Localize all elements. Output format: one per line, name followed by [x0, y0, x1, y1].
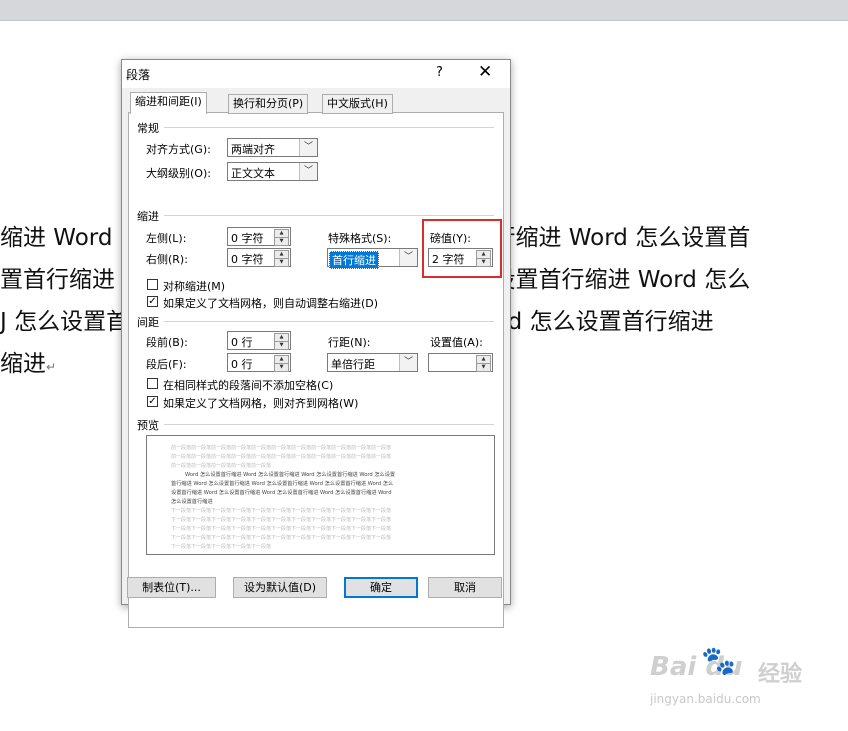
- special-format-select[interactable]: 首行缩进 ﹀: [327, 248, 418, 269]
- preview-next-line: 下一段落下一段落下一段落下一段落下一段落下一段落下一段落下一段落下一段落下一段落…: [171, 526, 392, 532]
- preview-sample-line: 怎么设置首行缩进: [171, 499, 213, 505]
- space-before-spinner[interactable]: 0 行 ▲ ▼: [227, 331, 291, 350]
- tabs-button[interactable]: 制表位(T)...: [127, 577, 216, 598]
- indent-heading: 缩进: [137, 210, 159, 223]
- paragraph-mark-icon: ↵: [46, 360, 57, 374]
- spin-down-icon[interactable]: ▼: [274, 258, 289, 267]
- no-space-label: 在相同样式的段落间不添加空格(C): [163, 379, 334, 392]
- auto-adjust-label: 如果定义了文档网格，则自动调整右缩进(D): [163, 297, 379, 310]
- special-format-value: 首行缩进: [329, 251, 379, 269]
- right-indent-value: 0 字符: [231, 253, 264, 266]
- preview-prev-line: 前一段落前一段落前一段落前一段落前一段落前一段落前一段落前一段落前一段落前一段落…: [171, 454, 392, 460]
- left-indent-label: 左侧(L):: [146, 232, 187, 245]
- help-button[interactable]: ?: [436, 65, 443, 80]
- mirror-indent-label: 对称缩进(M): [163, 280, 226, 293]
- spin-down-icon[interactable]: ▼: [274, 237, 289, 246]
- close-icon[interactable]: ✕: [478, 62, 492, 82]
- outline-level-select[interactable]: 正文文本 ﹀: [227, 162, 318, 181]
- dialog-titlebar[interactable]: 段落 ? ✕: [122, 60, 510, 88]
- tab-asian-typography[interactable]: 中文版式(H): [322, 94, 393, 114]
- no-space-checkbox[interactable]: [147, 378, 158, 389]
- general-separator: [164, 127, 494, 128]
- preview-heading: 预览: [137, 419, 159, 432]
- alignment-label: 对齐方式(G):: [146, 143, 211, 156]
- space-after-spinner[interactable]: 0 行 ▲ ▼: [227, 353, 291, 372]
- chevron-down-icon[interactable]: ﹀: [399, 354, 417, 371]
- preview-sample-line: Word 怎么设置首行缩进 Word 怎么设置首行缩进 Word 怎么设置首行缩…: [185, 472, 396, 478]
- preview-prev-line: 前一段落前一段落前一段落前一段落前一段落: [171, 463, 272, 469]
- spin-down-icon[interactable]: ▼: [476, 363, 491, 372]
- space-before-label: 段前(B):: [146, 336, 188, 349]
- auto-adjust-checkbox[interactable]: ✓: [147, 296, 158, 307]
- highlight-box: [422, 219, 502, 278]
- ok-button[interactable]: 确定: [344, 577, 418, 598]
- spacing-at-label: 设置值(A):: [430, 336, 483, 349]
- spin-down-icon[interactable]: ▼: [274, 363, 289, 372]
- left-indent-value: 0 字符: [231, 232, 264, 245]
- chevron-down-icon[interactable]: ﹀: [299, 139, 317, 156]
- paw-icon: 🐾: [701, 644, 736, 677]
- doc-line-4: 缩进↵: [0, 351, 57, 377]
- special-format-label: 特殊格式(S):: [328, 232, 392, 245]
- alignment-value: 两端对齐: [231, 143, 275, 156]
- tab-line-page-breaks[interactable]: 换行和分页(P): [228, 94, 309, 114]
- watermark-site: 经验: [758, 662, 803, 687]
- right-indent-label: 右侧(R):: [146, 253, 188, 266]
- preview-next-line: 下一段落下一段落下一段落下一段落下一段落下一段落下一段落下一段落下一段落下一段落…: [171, 535, 392, 541]
- watermark-url: jingyan.baidu.com: [650, 692, 761, 706]
- preview-sample-line: 设置首行缩进 Word 怎么设置首行缩进 Word 怎么设置首行缩进 Word …: [171, 490, 392, 496]
- space-after-label: 段后(F):: [146, 358, 187, 371]
- preview-separator: [164, 424, 494, 425]
- top-toolbar-strip: [0, 0, 848, 21]
- chevron-down-icon[interactable]: ﹀: [299, 163, 317, 180]
- space-after-value: 0 行: [231, 358, 253, 371]
- preview-next-line: 下一段落下一段落下一段落下一段落下一段落下一段落下一段落下一段落下一段落下一段落…: [171, 508, 392, 514]
- outline-level-value: 正文文本: [231, 167, 275, 180]
- spacing-heading: 间距: [137, 316, 159, 329]
- preview-sample-line: 首行缩进 Word 怎么设置首行缩进 Word 怎么设置首行缩进 Word 怎么…: [171, 481, 394, 487]
- spacing-separator: [164, 321, 494, 322]
- line-spacing-label: 行距(N):: [328, 336, 371, 349]
- line-spacing-value: 单倍行距: [331, 358, 375, 371]
- snap-grid-label: 如果定义了文档网格，则对齐到网格(W): [163, 397, 359, 410]
- preview-box: 前一段落前一段落前一段落前一段落前一段落前一段落前一段落前一段落前一段落前一段落…: [146, 435, 495, 555]
- left-indent-spinner[interactable]: 0 字符 ▲ ▼: [227, 227, 291, 246]
- mirror-indent-checkbox[interactable]: [147, 279, 158, 290]
- set-default-button[interactable]: 设为默认值(D): [233, 577, 327, 598]
- indent-separator: [164, 215, 494, 216]
- snap-grid-checkbox[interactable]: ✓: [147, 396, 158, 407]
- tab-indent-spacing[interactable]: 缩进和间距(I): [130, 92, 207, 114]
- space-before-value: 0 行: [231, 336, 253, 349]
- cancel-button[interactable]: 取消: [428, 577, 502, 598]
- chevron-down-icon[interactable]: ﹀: [399, 249, 417, 266]
- spacing-at-spinner[interactable]: ▲ ▼: [428, 353, 493, 372]
- alignment-select[interactable]: 两端对齐 ﹀: [227, 138, 318, 157]
- right-indent-spinner[interactable]: 0 字符 ▲ ▼: [227, 248, 291, 267]
- spin-down-icon[interactable]: ▼: [274, 341, 289, 350]
- preview-next-line: 下一段落下一段落下一段落下一段落下一段落下一段落下一段落下一段落下一段落下一段落…: [171, 517, 392, 523]
- preview-next-line: 下一段落下一段落下一段落下一段落下一段落: [171, 544, 272, 550]
- outline-level-label: 大纲级别(O):: [146, 167, 211, 180]
- preview-prev-line: 前一段落前一段落前一段落前一段落前一段落前一段落前一段落前一段落前一段落前一段落…: [171, 445, 392, 451]
- line-spacing-select[interactable]: 单倍行距 ﹀: [327, 353, 418, 372]
- dialog-title: 段落: [126, 68, 151, 82]
- general-heading: 常规: [137, 122, 159, 135]
